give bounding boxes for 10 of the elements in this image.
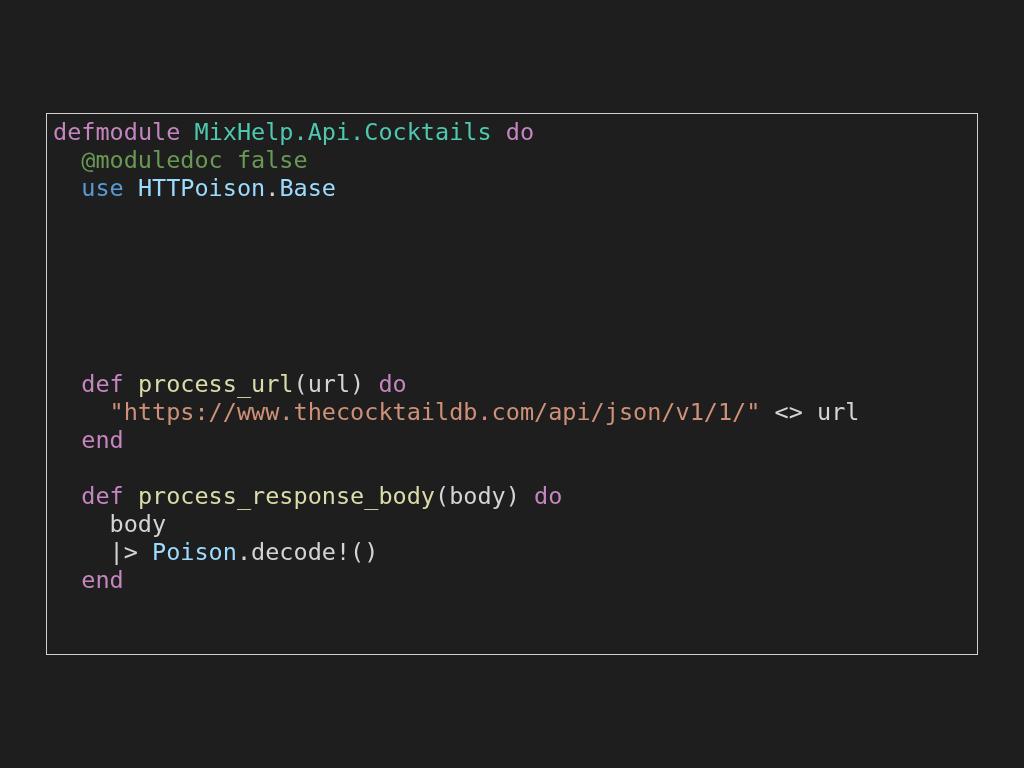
code-line: use HTTPoison.Base [81, 174, 336, 202]
code-line: defmodule MixHelp.Api.Cocktails do [53, 118, 535, 146]
code-line: end [81, 426, 124, 454]
code-line: def process_response_body(body) do [81, 482, 563, 510]
code-line: "https://www.thecocktaildb.com/api/json/v1/1/" <> url [109, 398, 860, 426]
code-line: @moduledoc false [81, 146, 308, 174]
code-line: end [81, 566, 124, 594]
code-line: body [109, 510, 167, 538]
code-line: def process_url(url) do [81, 370, 407, 398]
code-line: |> Poison.decode!() [109, 538, 379, 566]
